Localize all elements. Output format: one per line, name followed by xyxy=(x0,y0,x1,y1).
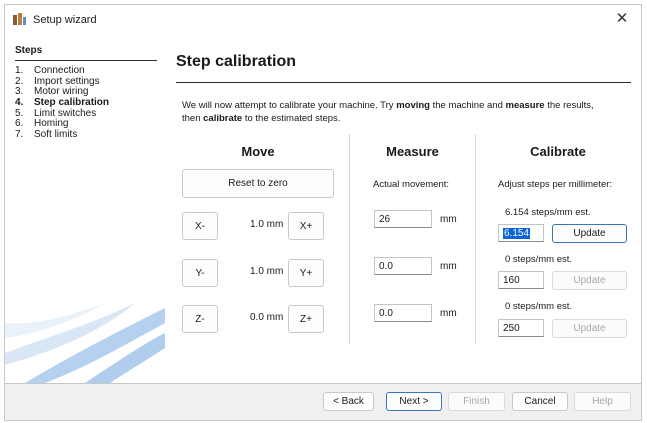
measure-caption: Actual movement: xyxy=(373,179,450,190)
steps-divider xyxy=(15,60,157,61)
y-plus-button[interactable]: Y+ xyxy=(288,259,324,287)
help-button[interactable]: Help xyxy=(574,392,631,411)
x-update-button[interactable]: Update xyxy=(552,224,627,243)
z-minus-button[interactable]: Z- xyxy=(182,305,218,333)
z-steps-input[interactable]: 250 xyxy=(498,319,544,337)
reset-to-zero-button[interactable]: Reset to zero xyxy=(182,169,334,198)
setup-wizard-window: Setup wizard ✕ Steps 1. Connection 2. Impo… xyxy=(4,4,642,421)
window-title: Setup wizard xyxy=(33,14,97,26)
z-steps-estimate: 0 steps/mm est. xyxy=(505,301,573,312)
z-measure-unit: mm xyxy=(440,308,457,319)
cancel-button[interactable]: Cancel xyxy=(512,392,568,411)
move-heading: Move xyxy=(241,144,275,159)
y-steps-estimate: 0 steps/mm est. xyxy=(505,254,573,265)
next-button[interactable]: Next > xyxy=(386,392,442,411)
x-step-size: 1.0 mm xyxy=(250,219,284,230)
measure-heading: Measure xyxy=(386,144,439,159)
close-icon[interactable]: ✕ xyxy=(613,10,631,28)
steps-list: 1. Connection 2. Import settings 3. Motor w… xyxy=(15,65,160,141)
z-measure-input[interactable]: 0.0 xyxy=(374,304,432,322)
calibrate-heading: Calibrate xyxy=(530,144,586,159)
title-divider xyxy=(176,82,631,83)
app-icon xyxy=(13,13,26,25)
y-steps-input[interactable]: 160 xyxy=(498,271,544,289)
main-panel: Step calibration We will now attempt to … xyxy=(165,38,641,383)
steps-heading: Steps xyxy=(15,45,43,56)
z-update-button[interactable]: Update xyxy=(552,319,627,338)
y-measure-input[interactable]: 0.0 xyxy=(374,257,432,275)
finish-button[interactable]: Finish xyxy=(448,392,505,411)
x-steps-input[interactable]: 6.154 xyxy=(498,224,544,242)
x-measure-unit: mm xyxy=(440,214,457,225)
back-button[interactable]: < Back xyxy=(323,392,374,411)
title-bar: Setup wizard ✕ xyxy=(5,5,641,33)
y-minus-button[interactable]: Y- xyxy=(182,259,218,287)
z-step-size: 0.0 mm xyxy=(250,312,284,323)
x-measure-input[interactable]: 26 xyxy=(374,210,432,228)
x-plus-button[interactable]: X+ xyxy=(288,212,324,240)
z-plus-button[interactable]: Z+ xyxy=(288,305,324,333)
y-update-button[interactable]: Update xyxy=(552,271,627,290)
intro-text: We will now attempt to calibrate your ma… xyxy=(182,100,594,124)
decorative-swoosh xyxy=(5,303,165,383)
column-separator xyxy=(475,134,476,344)
y-step-size: 1.0 mm xyxy=(250,266,284,277)
calibrate-caption: Adjust steps per millimeter: xyxy=(498,179,613,190)
steps-sidebar: Steps 1. Connection 2. Import settings 3. M… xyxy=(5,38,165,383)
x-steps-estimate: 6.154 steps/mm est. xyxy=(505,207,591,218)
wizard-footer: < Back Next > Finish Cancel Help xyxy=(5,384,641,420)
page-title: Step calibration xyxy=(176,53,297,70)
step-item-soft-limits[interactable]: 7. Soft limits xyxy=(15,129,160,141)
y-measure-unit: mm xyxy=(440,261,457,272)
x-minus-button[interactable]: X- xyxy=(182,212,218,240)
column-separator xyxy=(349,134,350,344)
